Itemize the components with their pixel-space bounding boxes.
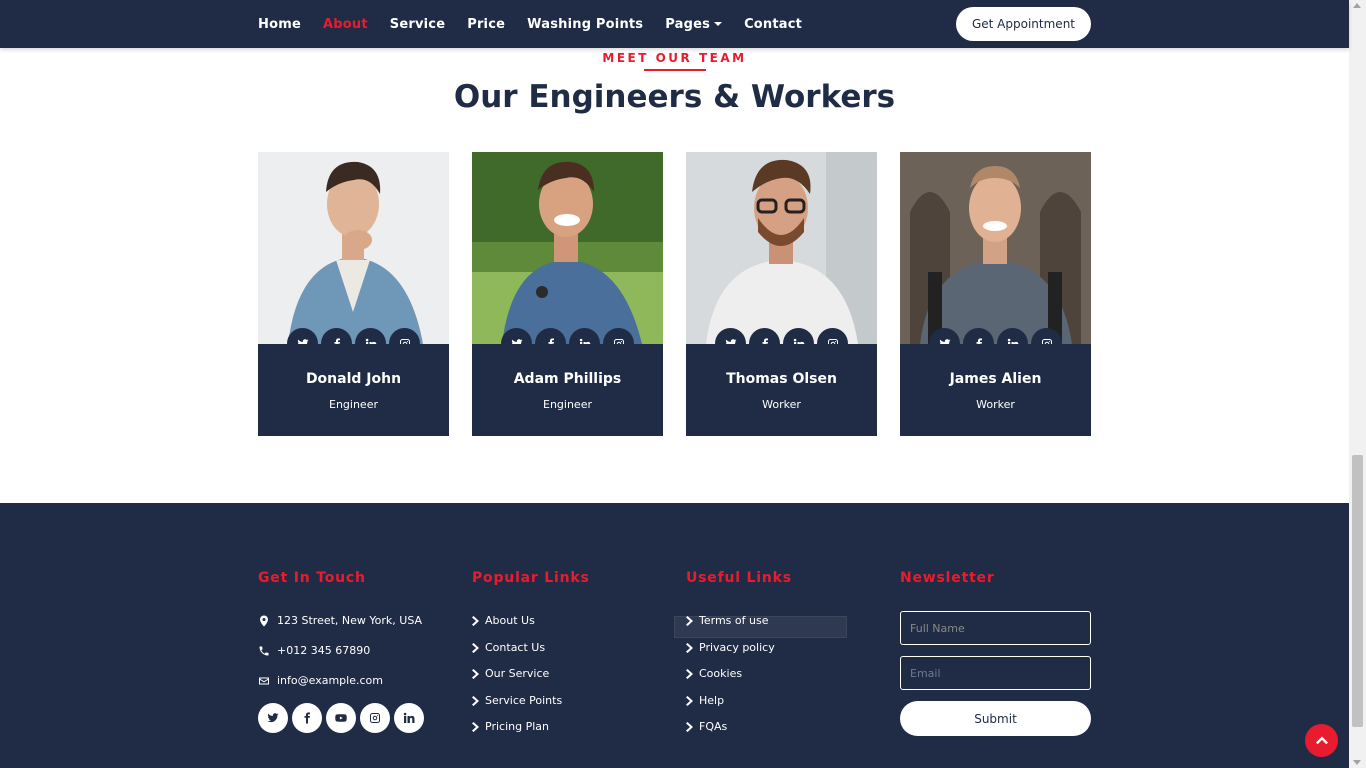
footer-social-links (258, 703, 424, 733)
footer-link-about-us[interactable]: About Us (472, 614, 535, 627)
team-card: Donald John Engineer (258, 152, 449, 436)
get-appointment-button[interactable]: Get Appointment (956, 7, 1091, 41)
nav-links: Home About Service Price Washing Points … (258, 0, 824, 48)
team-member-name: Thomas Olsen (726, 371, 837, 387)
team-member-name: Donald John (305, 371, 402, 387)
chevron-right-icon (686, 642, 694, 653)
map-marker-icon (258, 615, 270, 627)
footer-link-label: Privacy policy (699, 641, 775, 654)
chevron-right-icon (472, 721, 480, 732)
chevron-right-icon (472, 668, 480, 679)
footer-link-label: About Us (485, 614, 535, 627)
chevron-right-icon (686, 615, 694, 626)
contact-email: info@example.com (258, 674, 383, 687)
team-member-photo (258, 152, 449, 344)
scroll-up-arrow-icon[interactable] (1353, 3, 1361, 8)
team-info: Donald John Engineer (258, 344, 449, 436)
nav-service[interactable]: Service (390, 17, 445, 32)
nav-about[interactable]: About (323, 17, 368, 32)
footer-link-pricing-plan[interactable]: Pricing Plan (472, 720, 549, 733)
facebook-icon[interactable] (292, 703, 322, 733)
footer-link-label: Pricing Plan (485, 720, 549, 733)
nav-pages-label: Pages (665, 16, 711, 32)
team-member-role: Worker (762, 398, 801, 411)
footer-link-service-points[interactable]: Service Points (472, 694, 562, 707)
contact-address-text: 123 Street, New York, USA (277, 614, 423, 627)
chevron-right-icon (686, 695, 694, 706)
footer-link-terms-of-use[interactable]: Terms of use (686, 614, 768, 627)
footer-link-our-service[interactable]: Our Service (472, 667, 549, 680)
phone-icon (258, 645, 270, 657)
contact-phone-text: +012 345 67890 (277, 644, 371, 657)
footer-newsletter-title: Newsletter (900, 570, 995, 586)
navbar: Home About Service Price Washing Points … (0, 0, 1349, 48)
footer-link-cookies[interactable]: Cookies (686, 667, 742, 680)
team-member-photo (472, 152, 663, 344)
nav-pages-dropdown[interactable]: Pages (665, 16, 723, 32)
nav-price[interactable]: Price (467, 17, 505, 32)
newsletter-submit-button[interactable]: Submit (900, 701, 1091, 736)
page-scrollbar[interactable] (1349, 0, 1366, 768)
newsletter-name-input[interactable] (900, 611, 1091, 645)
team-member-role: Engineer (543, 398, 592, 411)
back-to-top-button[interactable] (1305, 724, 1338, 757)
team-member-name: James Alien (949, 371, 1042, 387)
nav-contact[interactable]: Contact (744, 17, 802, 32)
team-card: Adam Phillips Engineer (472, 152, 663, 436)
footer-link-contact-us[interactable]: Contact Us (472, 641, 545, 654)
footer-link-fqas[interactable]: FQAs (686, 720, 727, 733)
team-member-role: Engineer (329, 398, 378, 411)
team-member-role: Worker (976, 398, 1015, 411)
footer-popular-links-title: Popular Links (472, 570, 590, 586)
chevron-right-icon (686, 721, 694, 732)
contact-phone: +012 345 67890 (258, 644, 370, 657)
footer-link-label: Service Points (485, 694, 563, 707)
team-info: James Alien Worker (900, 344, 1091, 436)
footer-useful-links-title: Useful Links (686, 570, 792, 586)
newsletter-email-input[interactable] (900, 656, 1091, 690)
chevron-right-icon (472, 642, 480, 653)
chevron-right-icon (472, 695, 480, 706)
section-title: Our Engineers & Workers (453, 79, 896, 115)
footer-link-label: Help (699, 694, 725, 707)
section-subtitle: MEET OUR TEAM (602, 51, 747, 65)
nav-washing-points[interactable]: Washing Points (527, 17, 643, 32)
linkedin-icon[interactable] (394, 703, 424, 733)
team-card: James Alien Worker (900, 152, 1091, 436)
footer-link-label: Our Service (485, 667, 550, 680)
twitter-icon[interactable] (258, 703, 288, 733)
chevron-right-icon (686, 668, 694, 679)
envelope-icon (258, 675, 270, 687)
footer-link-label: Contact Us (485, 641, 546, 654)
nav-home[interactable]: Home (258, 17, 301, 32)
footer-link-privacy-policy[interactable]: Privacy policy (686, 641, 775, 654)
team-info: Thomas Olsen Worker (686, 344, 877, 436)
youtube-icon[interactable] (326, 703, 356, 733)
scroll-thumb[interactable] (1352, 455, 1363, 727)
chevron-right-icon (472, 615, 480, 626)
caret-down-icon (714, 22, 723, 26)
contact-email-text: info@example.com (277, 674, 383, 687)
footer-link-label: Terms of use (699, 614, 769, 627)
scroll-down-arrow-icon[interactable] (1353, 760, 1361, 765)
chevron-up-icon (1315, 736, 1328, 744)
footer-link-label: FQAs (699, 720, 728, 733)
team-card: Thomas Olsen Worker (686, 152, 877, 436)
footer-get-in-touch-title: Get In Touch (258, 570, 366, 586)
team-member-name: Adam Phillips (513, 371, 622, 387)
team-member-photo (686, 152, 877, 344)
team-info: Adam Phillips Engineer (472, 344, 663, 436)
instagram-icon[interactable] (360, 703, 390, 733)
footer-link-label: Cookies (699, 667, 743, 680)
subtitle-underline (644, 69, 706, 71)
contact-address: 123 Street, New York, USA (258, 614, 422, 627)
team-member-photo (900, 152, 1091, 344)
footer-link-help[interactable]: Help (686, 694, 724, 707)
